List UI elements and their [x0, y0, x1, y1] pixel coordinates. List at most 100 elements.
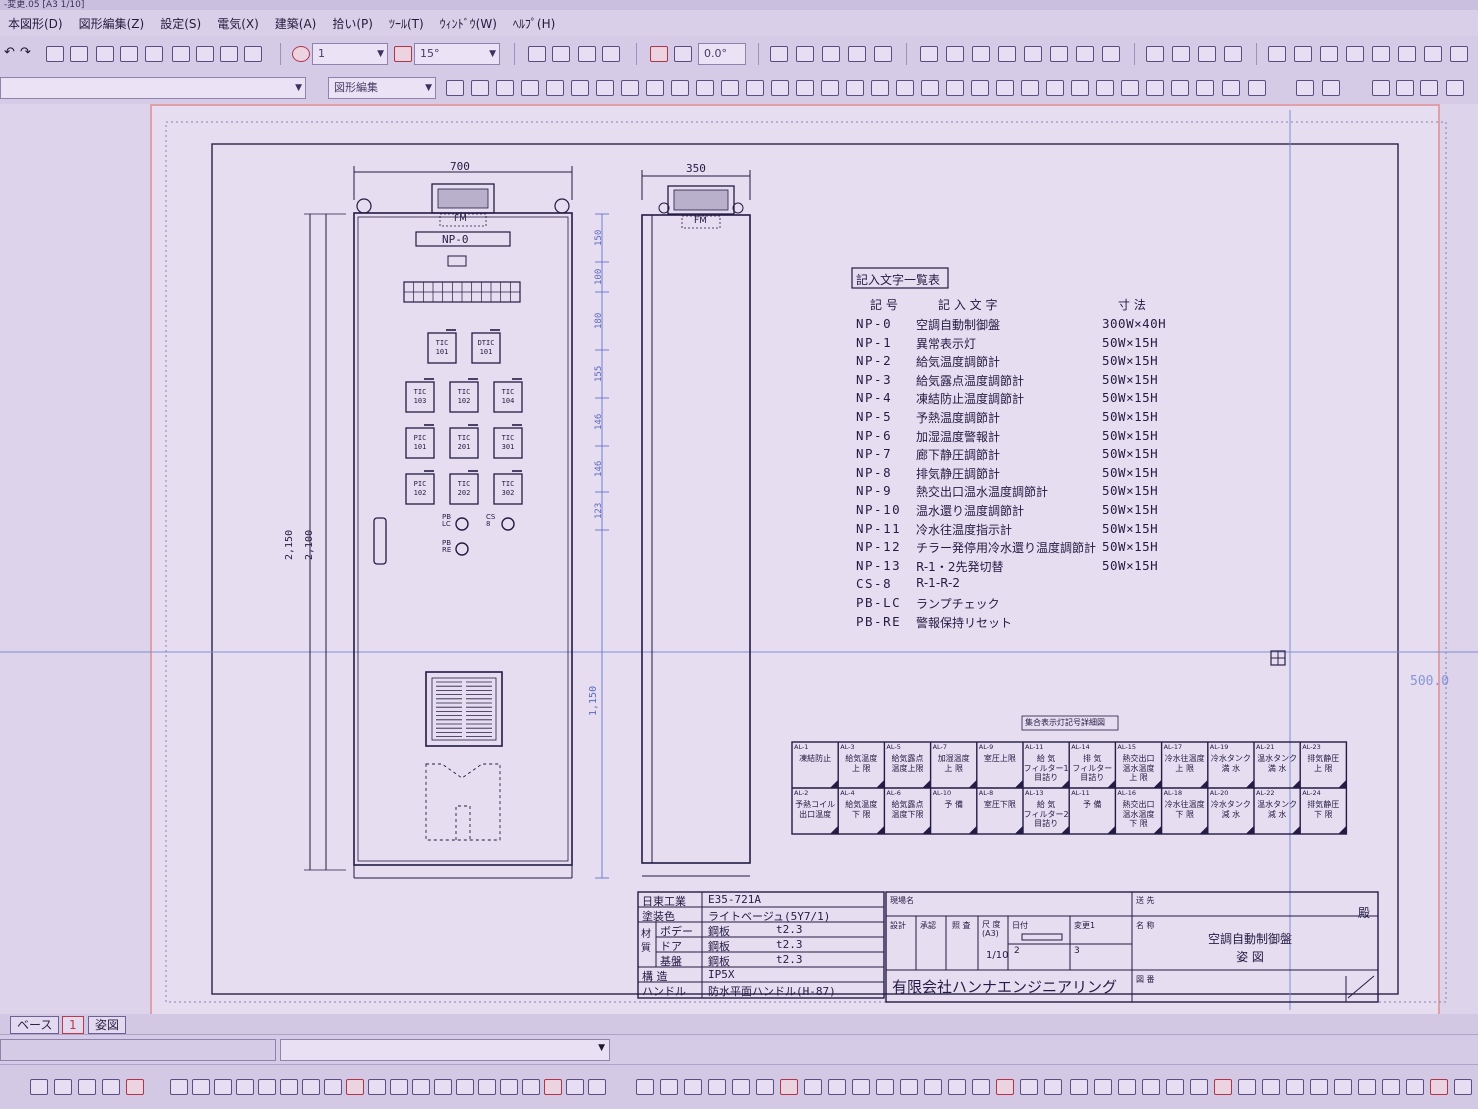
- bottom-tool-8-icon[interactable]: [214, 1079, 232, 1095]
- material-label: 材 質: [641, 929, 651, 954]
- bottom-tool-18-icon[interactable]: [434, 1079, 452, 1095]
- bottom-tool-10-icon[interactable]: [258, 1079, 276, 1095]
- bottom-tool-49-icon[interactable]: [1190, 1079, 1208, 1095]
- alarm-text: 排気静圧 下 限: [1307, 800, 1340, 819]
- legend-code: NP-1: [856, 334, 893, 350]
- bottom-tool-48-icon[interactable]: [1166, 1079, 1184, 1095]
- alarm-text: 排 気 フィルター 目詰り: [1072, 754, 1113, 782]
- bottom-tool-42-icon[interactable]: [1020, 1079, 1038, 1095]
- bottom-tool-58-icon[interactable]: [1406, 1079, 1424, 1095]
- alarm-code: AL-5: [886, 743, 901, 751]
- legend-size: 50W×15H: [1102, 390, 1159, 406]
- bottom-tool-52-icon[interactable]: [1262, 1079, 1280, 1095]
- bottom-tool-54-icon[interactable]: [1310, 1079, 1328, 1095]
- bottom-tool-15-icon[interactable]: [368, 1079, 386, 1095]
- col-date: 日付: [1012, 921, 1028, 930]
- bottom-tool-19-icon[interactable]: [456, 1079, 474, 1095]
- bottom-tool-22-icon[interactable]: [522, 1079, 540, 1095]
- bottom-tool-7-icon[interactable]: [192, 1079, 210, 1095]
- gauge-label: 103: [414, 397, 427, 405]
- bottom-tool-1-icon[interactable]: [30, 1079, 48, 1095]
- alarm-code: AL-17: [1163, 743, 1183, 751]
- bottom-tool-14-icon[interactable]: [346, 1079, 364, 1095]
- right-dim-label: 180: [594, 312, 604, 329]
- bottom-tool-23-icon[interactable]: [544, 1079, 562, 1095]
- bottom-tool-31-icon[interactable]: [756, 1079, 774, 1095]
- legend-code: NP-2: [856, 353, 893, 369]
- bottom-tool-4-icon[interactable]: [102, 1079, 120, 1095]
- cs-label: CS 8: [486, 513, 496, 528]
- bottom-tool-16-icon[interactable]: [390, 1079, 408, 1095]
- bottom-tool-12-icon[interactable]: [302, 1079, 320, 1095]
- right-dim-label: 123: [594, 502, 604, 519]
- bottom-tool-38-icon[interactable]: [924, 1079, 942, 1095]
- bottom-tool-56-icon[interactable]: [1358, 1079, 1376, 1095]
- legend-code: NP-0: [856, 316, 893, 331]
- bottom-tool-51-icon[interactable]: [1238, 1079, 1256, 1095]
- fm-label-side: FM: [694, 216, 707, 226]
- bottom-tool-50-icon[interactable]: [1214, 1079, 1232, 1095]
- bottom-tool-27-icon[interactable]: [660, 1079, 678, 1095]
- legend-size: 50W×15H: [1102, 409, 1159, 424]
- bottom-tool-13-icon[interactable]: [324, 1079, 342, 1095]
- alarm-code: AL-23: [1302, 743, 1321, 751]
- lower-height-dim: 1,150: [588, 685, 599, 716]
- bottom-tool-55-icon[interactable]: [1334, 1079, 1352, 1095]
- alarm-text: 室圧下限: [983, 800, 1016, 809]
- bottom-tool-3-icon[interactable]: [78, 1079, 96, 1095]
- alarm-code: AL-3: [840, 743, 855, 751]
- pb-re-label: PB RE: [442, 539, 452, 554]
- bottom-tool-36-icon[interactable]: [876, 1079, 894, 1095]
- tab-elevation[interactable]: 姿図: [88, 1016, 127, 1034]
- bottom-tool-46-icon[interactable]: [1118, 1079, 1136, 1095]
- bottom-tool-45-icon[interactable]: [1094, 1079, 1112, 1095]
- bottom-tool-28-icon[interactable]: [684, 1079, 702, 1095]
- bottom-tool-32-icon[interactable]: [780, 1079, 798, 1095]
- legend-size: 50W×15H: [1102, 557, 1159, 573]
- status-combo[interactable]: ▼: [280, 1039, 610, 1061]
- bottom-tool-30-icon[interactable]: [732, 1079, 750, 1095]
- col-scale: 尺 度 (A3): [982, 920, 1001, 938]
- fm-label-front: FM: [454, 214, 467, 224]
- bottom-tool-53-icon[interactable]: [1286, 1079, 1304, 1095]
- bottom-tool-9-icon[interactable]: [236, 1079, 254, 1095]
- bottom-tool-60-icon[interactable]: [1454, 1079, 1472, 1095]
- bottom-tool-11-icon[interactable]: [280, 1079, 298, 1095]
- legend-code: NP-4: [856, 390, 893, 406]
- bottom-tool-44-icon[interactable]: [1070, 1079, 1088, 1095]
- legend-size: 50W×15H: [1102, 371, 1159, 387]
- bottom-tool-25-icon[interactable]: [588, 1079, 606, 1095]
- bottom-tool-59-icon[interactable]: [1430, 1079, 1448, 1095]
- drawing-no-label: 図 番: [1136, 975, 1155, 984]
- drawing-name-1: 空調自動制御盤: [1207, 932, 1292, 946]
- bottom-tool-33-icon[interactable]: [804, 1079, 822, 1095]
- bottom-tool-2-icon[interactable]: [54, 1079, 72, 1095]
- bottom-tool-39-icon[interactable]: [948, 1079, 966, 1095]
- bottom-tool-35-icon[interactable]: [852, 1079, 870, 1095]
- bottom-tool-26-icon[interactable]: [636, 1079, 654, 1095]
- bottom-tool-41-icon[interactable]: [996, 1079, 1014, 1095]
- bottom-tool-47-icon[interactable]: [1142, 1079, 1160, 1095]
- bottom-tool-40-icon[interactable]: [972, 1079, 990, 1095]
- bottom-tool-21-icon[interactable]: [500, 1079, 518, 1095]
- legend-code: PB-RE: [856, 613, 902, 629]
- bottom-tool-5-icon[interactable]: [126, 1079, 144, 1095]
- tab-1[interactable]: 1: [62, 1016, 84, 1034]
- bottom-tool-57-icon[interactable]: [1382, 1079, 1400, 1095]
- alarm-text: 加湿温度 上 限: [937, 754, 970, 773]
- gauge-label: TIC: [502, 434, 515, 442]
- spec-thickness: t2.3: [776, 923, 803, 936]
- bottom-tool-43-icon[interactable]: [1044, 1079, 1062, 1095]
- tab-base[interactable]: ベース: [10, 1016, 60, 1034]
- gauge-label: 202: [458, 489, 471, 497]
- bottom-tool-6-icon[interactable]: [170, 1079, 188, 1095]
- bottom-tool-17-icon[interactable]: [412, 1079, 430, 1095]
- bottom-tool-34-icon[interactable]: [828, 1079, 846, 1095]
- bottom-tool-20-icon[interactable]: [478, 1079, 496, 1095]
- gauge-label: TIC: [414, 388, 427, 396]
- bottom-tool-37-icon[interactable]: [900, 1079, 918, 1095]
- bottom-tool-24-icon[interactable]: [566, 1079, 584, 1095]
- bottom-tool-29-icon[interactable]: [708, 1079, 726, 1095]
- side-width-dim: 350: [686, 162, 706, 175]
- push-button-3: [455, 542, 469, 556]
